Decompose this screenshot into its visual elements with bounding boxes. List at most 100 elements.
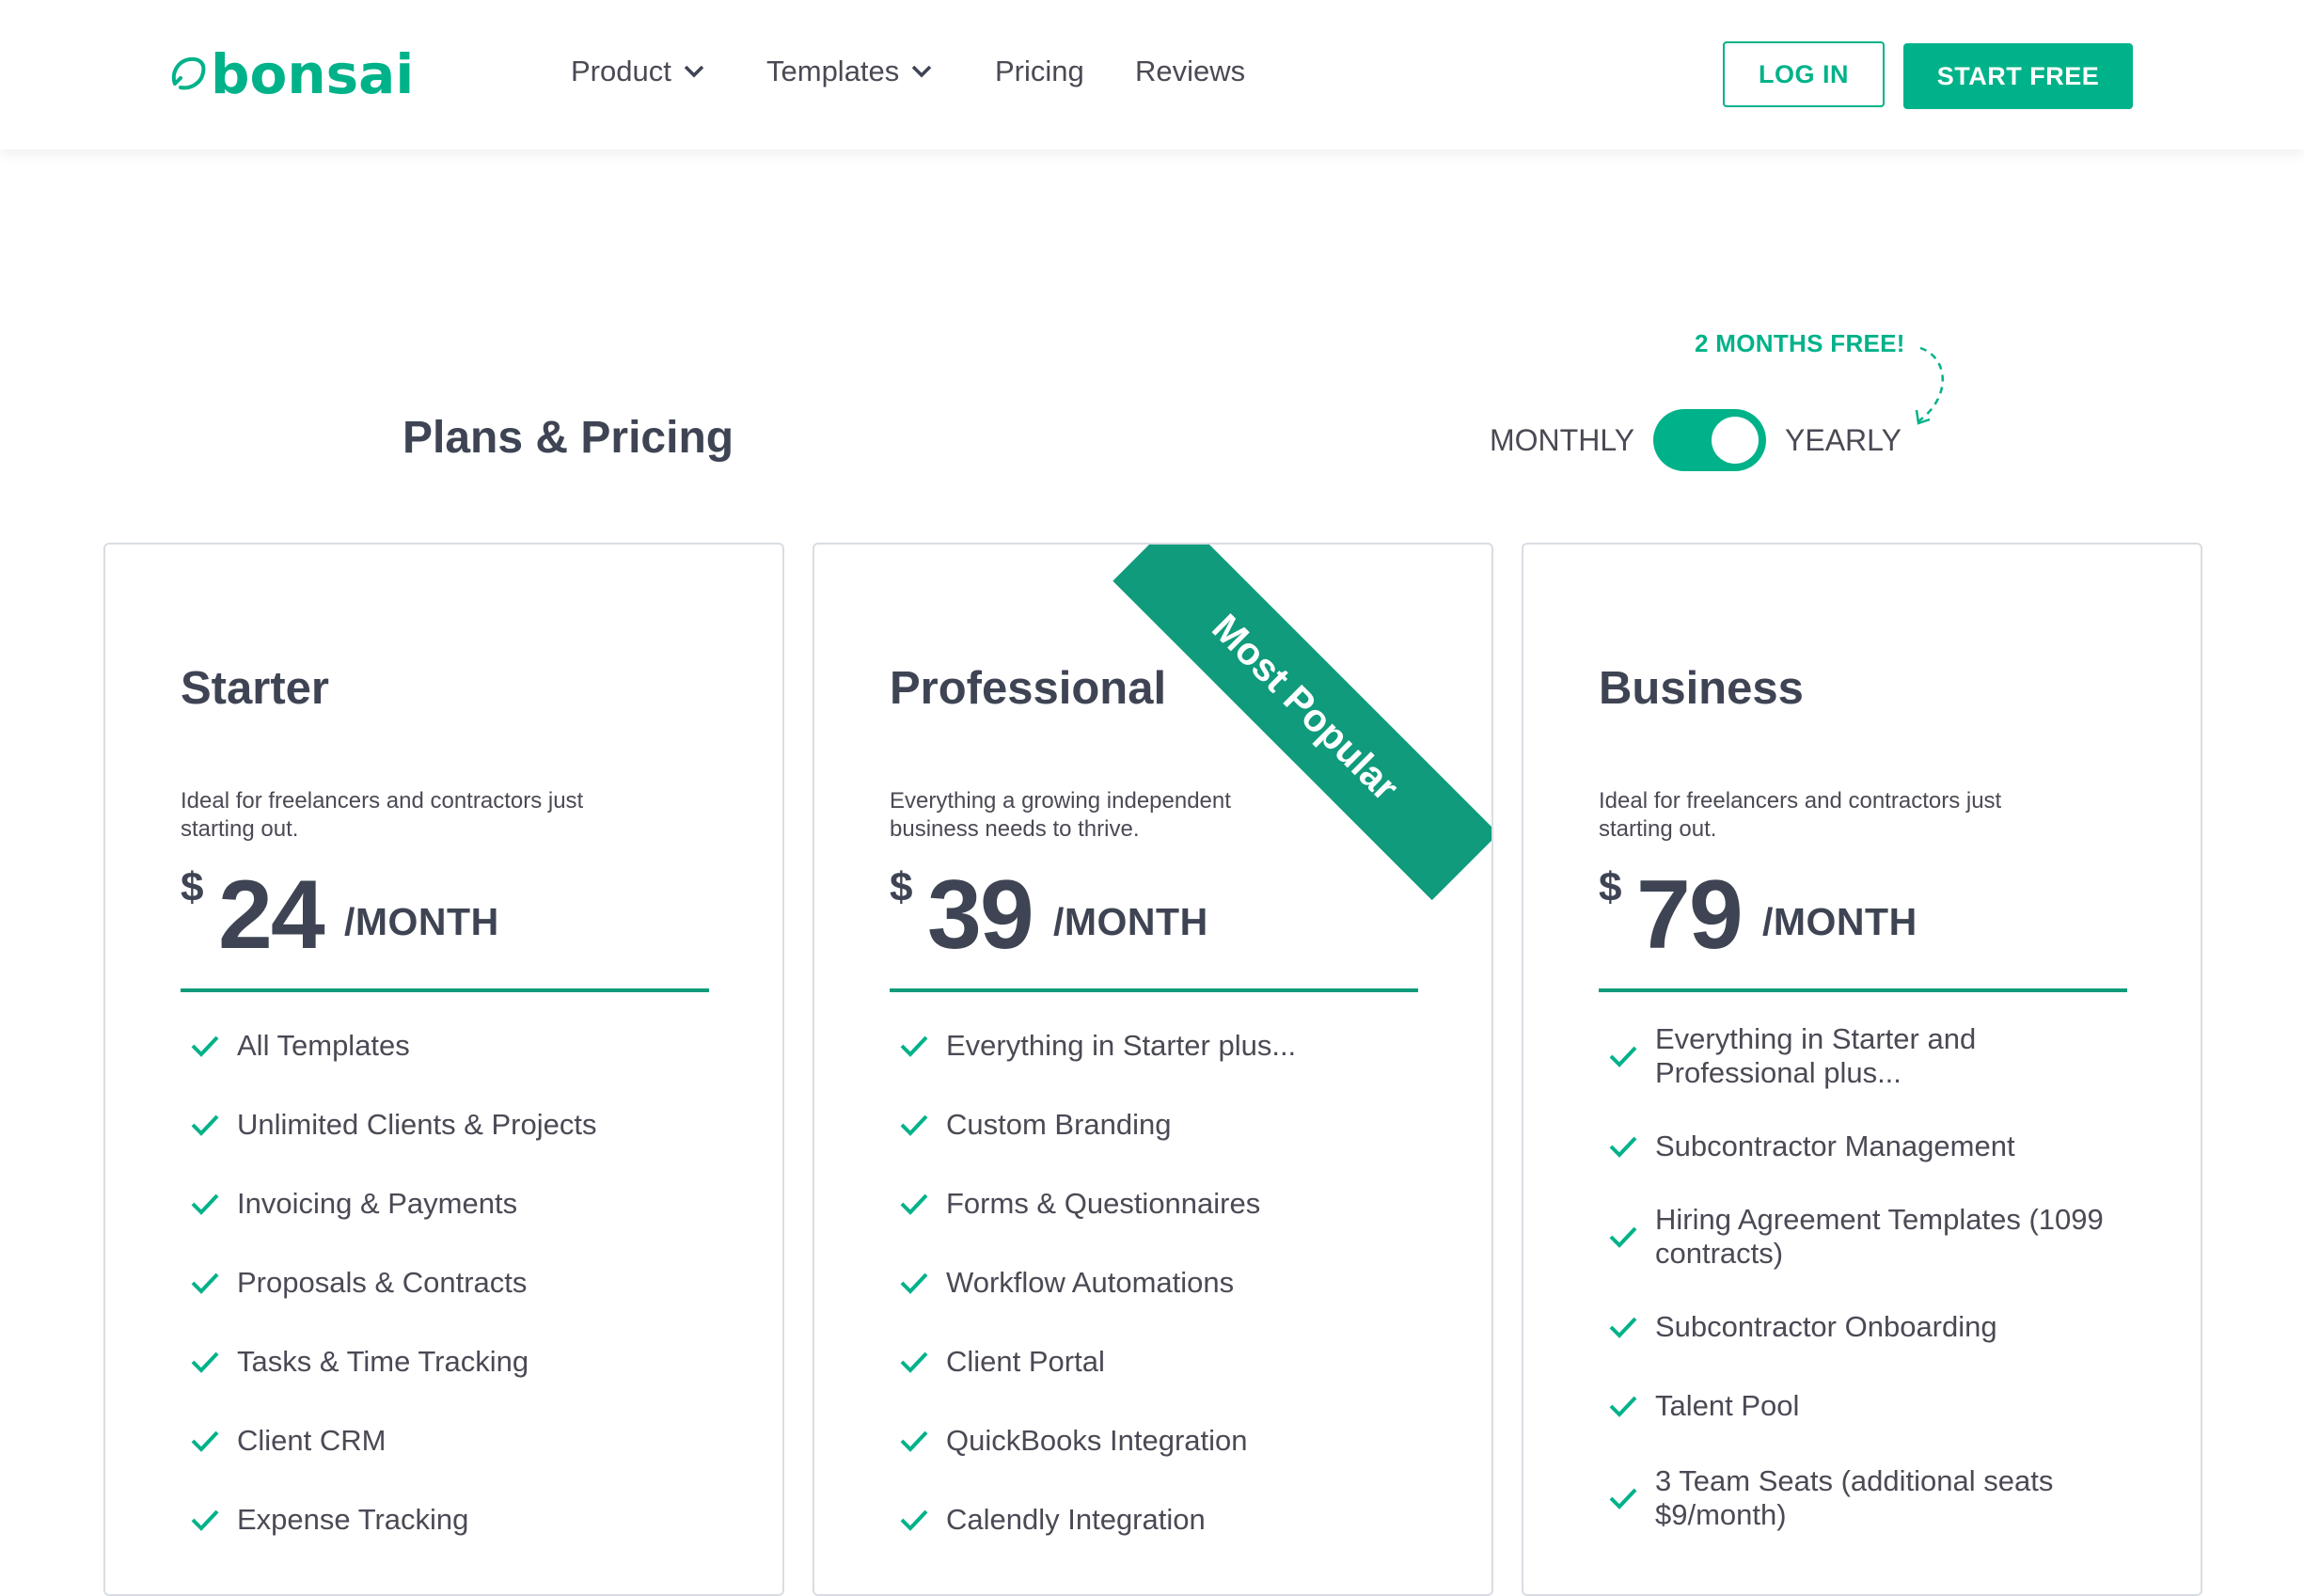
promo-label: 2 MONTHS FREE! — [1695, 329, 1905, 357]
plan-description: Ideal for freelancers and contractors ju… — [181, 788, 584, 842]
chevron-down-icon — [912, 65, 932, 78]
price-divider — [181, 988, 709, 992]
nav-reviews[interactable]: Reviews — [1135, 53, 1245, 90]
price-divider — [890, 988, 1418, 992]
plan-name: Professional — [890, 663, 1167, 714]
check-icon — [900, 1272, 928, 1294]
check-icon — [900, 1114, 928, 1136]
feature-label: Workflow Automations — [946, 1266, 1235, 1299]
feature-label: Subcontractor Management — [1655, 1130, 2015, 1162]
price-amount: 79 — [1636, 861, 1744, 970]
currency-symbol: $ — [1599, 864, 1622, 910]
check-icon — [191, 1193, 219, 1215]
plan-card-business: Business Ideal for freelancers and contr… — [1522, 543, 2202, 1596]
plan-name: Business — [1599, 663, 1804, 714]
feature-label: Everything in Starter plus... — [946, 1029, 1297, 1062]
feature-item: Workflow Automations — [899, 1266, 1426, 1300]
feature-item: Subcontractor Onboarding — [1608, 1310, 2135, 1344]
billing-toggle[interactable] — [1653, 409, 1766, 471]
feature-item: 3 Team Seats (additional seats $9/month) — [1608, 1464, 2135, 1532]
plan-name: Starter — [181, 663, 329, 714]
feature-label: 3 Team Seats (additional seats $9/month) — [1655, 1464, 2054, 1531]
feature-item: All Templates — [190, 1029, 717, 1063]
feature-label: Hiring Agreement Templates (1099 contrac… — [1655, 1203, 2104, 1270]
nav-pricing-label: Pricing — [995, 55, 1084, 87]
most-popular-ribbon: Most Popular — [1113, 545, 1491, 901]
feature-label: Client CRM — [237, 1424, 387, 1457]
feature-label: Custom Branding — [946, 1108, 1172, 1141]
monthly-label[interactable]: MONTHLY — [1490, 423, 1634, 458]
logo-text: bonsai — [211, 42, 415, 106]
check-icon — [900, 1430, 928, 1452]
yearly-label[interactable]: YEARLY — [1785, 423, 1902, 458]
nav-product-label: Product — [571, 55, 671, 87]
login-button[interactable]: LOG IN — [1723, 41, 1885, 107]
bonsai-logo[interactable]: bonsai — [167, 41, 414, 107]
feature-label: Tasks & Time Tracking — [237, 1345, 529, 1378]
plan-card-starter: Starter Ideal for freelancers and contra… — [103, 543, 784, 1596]
feature-label: Invoicing & Payments — [237, 1187, 518, 1220]
check-icon — [191, 1272, 219, 1294]
feature-label: QuickBooks Integration — [946, 1424, 1248, 1457]
feature-item: Hiring Agreement Templates (1099 contrac… — [1608, 1203, 2135, 1271]
check-icon — [191, 1430, 219, 1452]
price-period: /MONTH — [344, 900, 499, 943]
feature-label: Everything in Starter and Professional p… — [1655, 1022, 1977, 1089]
nav-reviews-label: Reviews — [1135, 55, 1246, 87]
feature-item: Everything in Starter plus... — [899, 1029, 1426, 1063]
toggle-knob — [1712, 417, 1759, 464]
feature-label: All Templates — [237, 1029, 410, 1062]
feature-label: Unlimited Clients & Projects — [237, 1108, 597, 1141]
page-title: Plans & Pricing — [402, 413, 734, 463]
start-free-button[interactable]: START FREE — [1903, 43, 2133, 109]
nav-templates-label: Templates — [766, 55, 900, 87]
check-icon — [900, 1035, 928, 1057]
feature-item: QuickBooks Integration — [899, 1424, 1426, 1458]
feature-item: Custom Branding — [899, 1108, 1426, 1142]
price-amount: 39 — [927, 861, 1034, 970]
nav-pricing[interactable]: Pricing — [995, 53, 1084, 90]
check-icon — [900, 1509, 928, 1531]
chevron-down-icon — [684, 65, 704, 78]
feature-item: Subcontractor Management — [1608, 1130, 2135, 1163]
feature-item: Invoicing & Payments — [190, 1187, 717, 1221]
feature-item: Client Portal — [899, 1345, 1426, 1379]
check-icon — [191, 1351, 219, 1373]
currency-symbol: $ — [181, 864, 204, 910]
feature-item: Forms & Questionnaires — [899, 1187, 1426, 1221]
feature-label: Subcontractor Onboarding — [1655, 1310, 1997, 1343]
site-header: bonsai Product Templates Pricing Reviews… — [0, 0, 2304, 150]
check-icon — [900, 1193, 928, 1215]
nav-product[interactable]: Product — [571, 53, 705, 90]
plan-description: Ideal for freelancers and contractors ju… — [1599, 788, 2002, 842]
feature-item: Everything in Starter and Professional p… — [1608, 1022, 2135, 1090]
feature-item: Calendly Integration — [899, 1503, 1426, 1537]
feature-item: Client CRM — [190, 1424, 717, 1458]
feature-label: Talent Pool — [1655, 1389, 1800, 1422]
currency-symbol: $ — [890, 864, 913, 910]
check-icon — [1609, 1396, 1637, 1417]
feature-item: Tasks & Time Tracking — [190, 1345, 717, 1379]
feature-label: Calendly Integration — [946, 1503, 1206, 1536]
check-icon — [1609, 1226, 1637, 1248]
nav-templates[interactable]: Templates — [766, 53, 933, 90]
feature-label: Expense Tracking — [237, 1503, 469, 1536]
feature-item: Unlimited Clients & Projects — [190, 1108, 717, 1142]
feature-label: Proposals & Contracts — [237, 1266, 528, 1299]
price-period: /MONTH — [1053, 900, 1208, 943]
feature-item: Talent Pool — [1608, 1389, 2135, 1423]
price-divider — [1599, 988, 2127, 992]
plan-card-professional: Most Popular Professional Everything a g… — [813, 543, 1493, 1596]
feature-item: Proposals & Contracts — [190, 1266, 717, 1300]
check-icon — [1609, 1317, 1637, 1338]
check-icon — [1609, 1136, 1637, 1158]
curved-arrow-icon — [1915, 346, 1944, 425]
feature-label: Client Portal — [946, 1345, 1105, 1378]
leaf-logo-icon — [171, 56, 206, 90]
price-period: /MONTH — [1762, 900, 1917, 943]
feature-label: Forms & Questionnaires — [946, 1187, 1261, 1220]
check-icon — [1609, 1488, 1637, 1509]
check-icon — [900, 1351, 928, 1373]
plan-description: Everything a growing independent busines… — [890, 788, 1231, 842]
price-amount: 24 — [218, 861, 325, 970]
